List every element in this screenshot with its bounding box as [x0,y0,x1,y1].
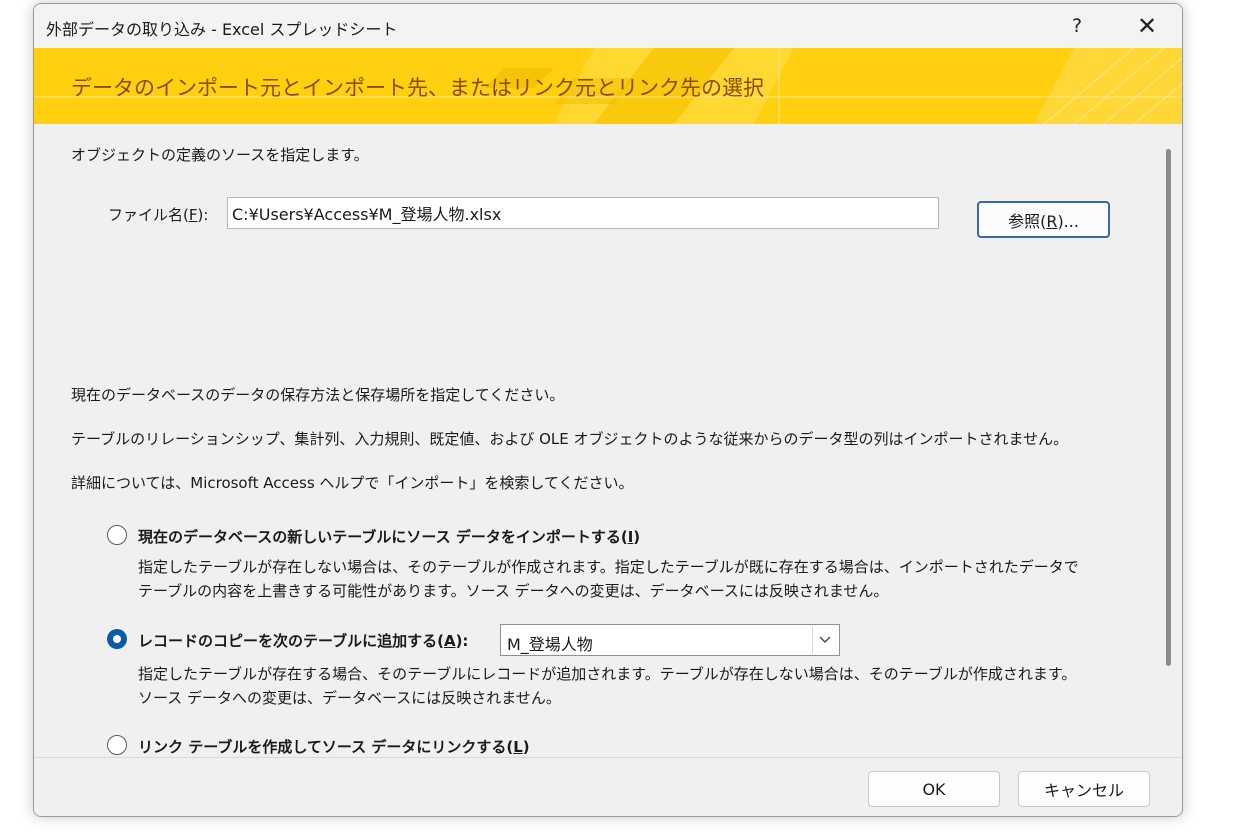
browse-label: 参照(R)... [1008,211,1079,231]
title-bar[interactable]: 外部データの取り込み - Excel スプレッドシート ? ✕ [34,4,1182,48]
cancel-button[interactable]: キャンセル [1018,771,1150,807]
radio-link-table[interactable] [107,735,127,755]
banner-title: データのインポート元とインポート先、またはリンク元とリンク先の選択 [71,76,764,100]
chevron-down-icon[interactable] [812,627,837,653]
radio-append-table[interactable] [107,629,127,649]
file-path-value: C:¥Users¥Access¥M_登場人物.xlsx [232,205,502,224]
file-name-input[interactable]: C:¥Users¥Access¥M_登場人物.xlsx [227,197,939,229]
option-link-label[interactable]: リンク テーブルを作成してソース データにリンクする(L) [138,736,530,757]
source-instruction: オブジェクトの定義のソースを指定します。 [71,146,369,164]
vertical-scrollbar[interactable] [1166,149,1171,666]
window-title: 外部データの取り込み - Excel スプレッドシート [46,20,398,39]
append-table-select[interactable]: M_登場人物 [500,624,840,656]
help-button[interactable]: ? [1042,4,1112,48]
file-name-label: ファイル名(F): [108,206,209,224]
destination-note: テーブルのリレーションシップ、集計列、入力規則、既定値、および OLE オブジェ… [71,430,1069,448]
cancel-label: キャンセル [1043,781,1124,800]
option-import-label[interactable]: 現在のデータベースの新しいテーブルにソース データをインポートする(I) [138,526,640,547]
help-icon: ? [1071,15,1083,37]
header-banner: データのインポート元とインポート先、またはリンク元とリンク先の選択 [34,48,1182,124]
import-dialog: 外部データの取り込み - Excel スプレッドシート ? ✕ データのインポー… [33,3,1183,817]
option-import-description: 指定したテーブルが存在しない場合は、そのテーブルが作成されます。指定したテーブル… [138,558,1079,600]
close-button[interactable]: ✕ [1112,4,1182,48]
browse-button[interactable]: 参照(R)... [977,201,1110,238]
dialog-footer: OK キャンセル [34,757,1182,816]
option-append-label[interactable]: レコードのコピーを次のテーブルに追加する(A): [138,630,468,651]
ok-button[interactable]: OK [868,771,1000,807]
append-table-value: M_登場人物 [507,635,593,654]
destination-instruction: 現在のデータベースのデータの保存方法と保存場所を指定してください。 [71,386,565,404]
close-icon: ✕ [1136,12,1158,40]
radio-import-new-table[interactable] [107,525,127,545]
destination-help: 詳細については、Microsoft Access ヘルプで「インポート」を検索し… [71,474,634,492]
dialog-content: オブジェクトの定義のソースを指定します。 ファイル名(F): C:¥Users¥… [34,124,1182,757]
option-append-description: 指定したテーブルが存在する場合、そのテーブルにレコードが追加されます。テーブルが… [138,665,1077,707]
ok-label: OK [922,779,946,799]
